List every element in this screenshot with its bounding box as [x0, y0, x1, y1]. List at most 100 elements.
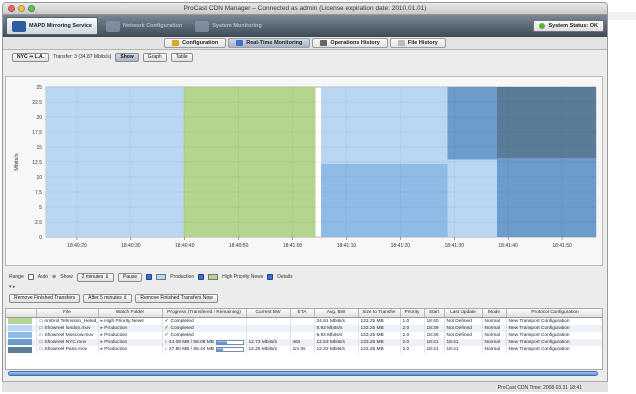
watch-folder-cell-text: Production	[104, 332, 128, 338]
protocol-cell-text: New Transport Configuration	[508, 318, 570, 324]
tab-network-configuration[interactable]: Network Configuration	[101, 17, 187, 35]
file-name-cell: ▭ Ambrol Tehnsson_Heled_84...	[36, 317, 99, 325]
graph-view-button[interactable]: Graph	[142, 52, 167, 62]
table-row[interactable]: ▭ Showreel Paris.mov ▸ Production ♪ 27.80 M…	[6, 346, 602, 354]
y-tick-label: 17.5	[32, 130, 42, 136]
x-tick-label: 18:41:40	[498, 243, 518, 249]
check-icon: ✓	[164, 318, 169, 324]
priority-cell: 1.0	[400, 317, 425, 325]
file-name-cell: ▭ Showreel Paris.mov	[36, 346, 99, 354]
table-row[interactable]: ▭ Ambrol Tehnsson_Heled_84...▸ High Prio…	[6, 317, 602, 325]
current-bw-cell-text: 12.73 Mbits/s	[248, 339, 278, 345]
progress-fill	[216, 340, 227, 344]
collapse-arrows-icon[interactable]: ▾ ▸	[9, 284, 15, 290]
column-header[interactable]: File	[36, 309, 99, 318]
protocol-cell: New Transport Configuration	[506, 338, 602, 347]
progress-cell: ✓ Completed	[162, 331, 247, 339]
progress-bar	[215, 347, 244, 353]
show-toggle[interactable]: Show	[115, 52, 139, 62]
production-swatch	[156, 274, 167, 280]
tab-operations-history[interactable]: Operations History	[312, 38, 388, 48]
start-cell-text: 18:39	[426, 325, 439, 331]
pause-button[interactable]: Pause	[118, 272, 143, 282]
column-header[interactable]: Watch Folder	[98, 309, 163, 318]
mode-cell: Normal	[482, 346, 507, 354]
details-checkbox[interactable]	[267, 274, 274, 280]
mode-cell-text: Normal	[484, 318, 500, 324]
tab-file-history[interactable]: File History	[389, 38, 446, 48]
eta-cell: 46s	[290, 338, 315, 347]
eta-cell	[290, 331, 315, 339]
x-tick-label: 18:41:10	[337, 243, 357, 249]
row-color-swatch	[8, 325, 32, 332]
last-update-cell-text: Not Defined	[446, 318, 472, 324]
tab-mirroring-service-label: MAPD Mirroring Service	[29, 23, 92, 29]
remove-finished-now-button[interactable]: Remove Finished Transfers Now	[135, 293, 218, 303]
horizontal-scrollbar[interactable]	[8, 371, 598, 376]
column-header[interactable]: Size to Transfer	[358, 309, 401, 318]
last-update-cell: Not Defined	[444, 331, 483, 339]
protocol-cell-text: New Transport Configuration	[508, 332, 570, 338]
monitor-toolbar: NYC ⇒ L.A. Transfer: 3 (34.87 Mbits/s) S…	[3, 50, 607, 64]
remove-finished-button[interactable]: Remove Finished Transfers	[9, 293, 81, 303]
system-status-button[interactable]: System Status: OK	[533, 20, 604, 32]
start-cell-text: 18:40	[426, 318, 439, 324]
size-cell: 133.25 MB	[358, 338, 401, 347]
protocol-cell: New Transport Configuration	[506, 331, 602, 339]
tab-mirroring-service[interactable]: MAPD Mirroring Service	[6, 17, 98, 35]
show-range-select[interactable]: 2 minutes ⇕	[76, 272, 115, 282]
size-cell: 133.25 MB	[358, 331, 401, 339]
column-header[interactable]: Avg. BW	[314, 309, 359, 318]
progress-fill	[216, 348, 224, 352]
column-header[interactable]: Mode	[482, 309, 507, 318]
progress-text: 27.80 MB / 85.44 MB	[168, 347, 214, 353]
route-selector[interactable]: NYC ⇒ L.A.	[12, 52, 49, 62]
last-update-cell: Not Defined	[444, 324, 483, 332]
watch-folder-cell: ▸ High Priority News	[98, 317, 163, 325]
table-row[interactable]: ▭ Showreel NYC.mov ▸ Production ♪ 44.08 MB …	[6, 338, 602, 347]
avg-bw-cell: 8.93 Mbits/s	[314, 324, 359, 332]
column-header[interactable]: Current BW	[246, 309, 291, 318]
high-priority-checkbox[interactable]	[198, 274, 205, 280]
size-cell: 133.25 MB	[358, 317, 401, 325]
tab-real-time-monitoring[interactable]: Real-Time Monitoring	[228, 38, 311, 48]
column-header[interactable]: ETA	[290, 309, 315, 318]
x-tick-label: 18:40:20	[67, 243, 87, 249]
mode-cell: Normal	[482, 338, 507, 347]
zoom-icon[interactable]: ⊕	[52, 274, 56, 280]
column-header[interactable]: Start	[424, 309, 445, 318]
mirroring-icon	[12, 20, 26, 32]
row-color-swatch	[8, 332, 32, 339]
column-header[interactable]	[6, 309, 37, 318]
protocol-cell-text: New Transport Configuration	[508, 347, 570, 353]
protocol-cell-text: New Transport Configuration	[508, 339, 570, 345]
table-row[interactable]: ▭ Showreel Moscow.mov ▸ Production ✓ Comple…	[6, 331, 602, 339]
table-view-button[interactable]: Table	[170, 52, 193, 62]
status-ok-icon	[539, 23, 546, 29]
tab-system-monitoring[interactable]: System Monitoring	[190, 17, 267, 35]
priority-cell: 2.0	[400, 338, 425, 347]
x-tick-label: 18:41:30	[445, 243, 465, 249]
y-tick-label: 12.5	[32, 160, 42, 166]
show-range-label: Show	[60, 274, 73, 280]
size-cell-text: 133.25 MB	[360, 325, 384, 331]
avg-bw-cell: 8.93 Mbits/s	[314, 331, 359, 339]
tab-configuration[interactable]: Configuration	[164, 38, 227, 48]
details-label: Details	[277, 274, 293, 280]
file-name-cell-text: Showreel london.mov	[44, 325, 91, 331]
file-name-cell: ▭ Showreel NYC.mov	[36, 338, 99, 347]
remove-after-select[interactable]: After 5 minutes ⇕	[83, 293, 133, 303]
table-row[interactable]: ▭ Showreel london.mov ▸ Production ✓ Comple…	[6, 324, 602, 332]
file-name-cell-text: Showreel Moscow.mov	[44, 332, 94, 338]
title-bar: ProCast CDN Manager – Connected as admin…	[3, 3, 607, 15]
column-header[interactable]: Progress (Transfered / Remaining)	[162, 309, 247, 318]
column-header[interactable]: Protocol Configuration	[506, 309, 602, 318]
size-cell-text: 133.25 MB	[360, 339, 384, 345]
column-header[interactable]: Last Update	[444, 309, 483, 318]
mode-cell-text: Normal	[484, 339, 500, 345]
auto-checkbox[interactable]	[27, 274, 34, 280]
production-checkbox[interactable]	[146, 274, 153, 280]
avg-bw-cell: 12.32 Mbits/s	[314, 346, 359, 354]
column-header[interactable]: Priority	[400, 309, 425, 318]
eta-cell: 1m 0s	[290, 346, 315, 354]
